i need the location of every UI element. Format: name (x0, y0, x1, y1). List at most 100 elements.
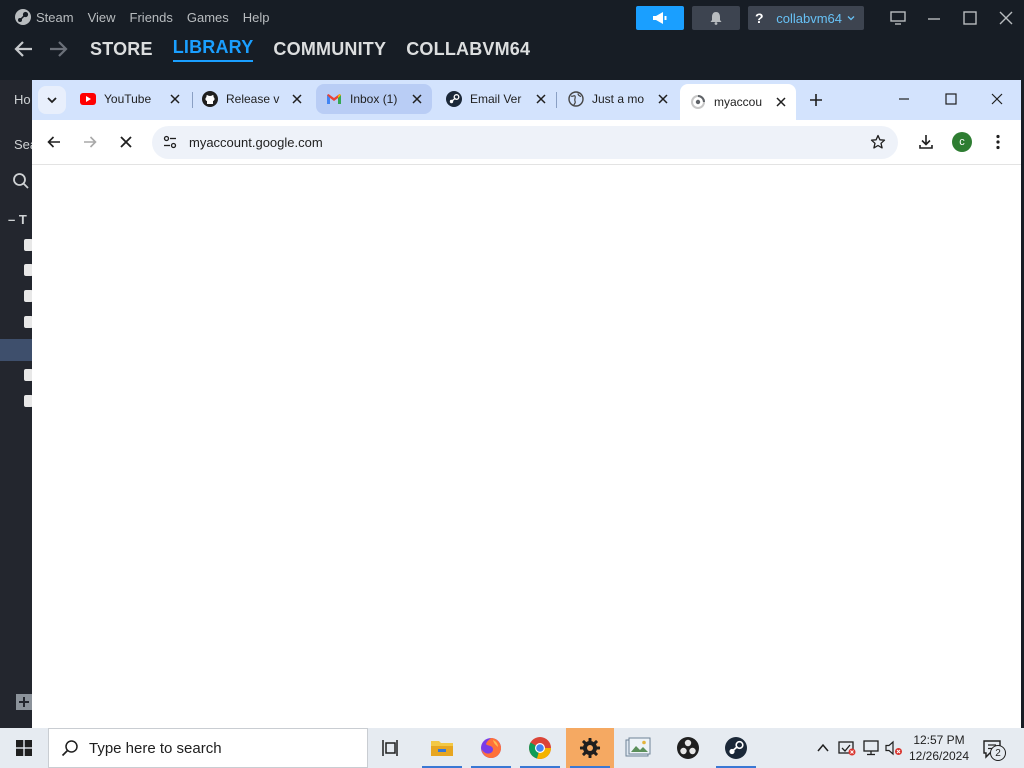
tab-github-release[interactable]: Release v (192, 84, 312, 114)
chrome-close-button[interactable] (975, 86, 1019, 112)
tab-close-button[interactable] (166, 90, 184, 108)
tab-youtube[interactable]: YouTube (70, 84, 190, 114)
tray-security-icon-button[interactable] (836, 728, 858, 768)
new-tab-button[interactable] (804, 88, 828, 112)
steam-nav-bar: STORE LIBRARY COMMUNITY COLLABVM64 (0, 34, 1024, 64)
bookmark-star-icon[interactable] (870, 134, 886, 150)
close-icon (292, 94, 302, 104)
back-button[interactable] (40, 128, 68, 156)
steam-tab-profile[interactable]: COLLABVM64 (406, 39, 530, 60)
taskbar-clock[interactable]: 12:57 PM 12/26/2024 (904, 732, 974, 764)
taskbar-image-viewer[interactable] (614, 728, 662, 768)
tab-title: Just a mo (592, 92, 645, 106)
steam-menu-steam[interactable]: Steam (36, 10, 74, 25)
address-bar[interactable]: myaccount.google.com (152, 126, 898, 159)
windows-taskbar: Type here to search 12:57 PM 12/26/2024 … (0, 728, 1024, 768)
tab-close-button[interactable] (772, 93, 790, 111)
taskbar-steam[interactable] (712, 728, 760, 768)
tab-myaccount-active[interactable]: myaccou (680, 84, 796, 120)
minimize-icon (928, 18, 940, 20)
downloads-button[interactable] (912, 128, 940, 156)
clock-date: 12/26/2024 (908, 749, 970, 763)
steam-close-button[interactable] (988, 6, 1024, 30)
steam-minimize-button[interactable] (916, 6, 952, 30)
site-settings-icon[interactable] (162, 134, 178, 150)
taskbar-search-box[interactable]: Type here to search (48, 728, 368, 768)
search-icon[interactable] (12, 172, 30, 190)
steam-menu-view[interactable]: View (88, 10, 116, 25)
steam-menu-friends[interactable]: Friends (130, 10, 173, 25)
task-view-button[interactable] (368, 728, 416, 768)
steam-notifications-button[interactable] (692, 6, 741, 30)
maximize-icon (945, 93, 957, 105)
obs-icon (677, 737, 699, 759)
show-hidden-icons-button[interactable] (812, 728, 834, 768)
steam-logo-icon (15, 9, 31, 25)
network-icon (863, 740, 879, 756)
volume-muted-icon (885, 740, 902, 756)
url-text[interactable]: myaccount.google.com (189, 135, 323, 150)
clock-time: 12:57 PM (913, 733, 965, 747)
tab-title: myaccou (714, 95, 763, 109)
tab-just-a-moment[interactable]: Just a mo (558, 84, 678, 114)
megaphone-icon (653, 12, 667, 24)
loading-spinner-icon (691, 95, 705, 109)
start-button[interactable] (0, 728, 48, 768)
steam-tab-community[interactable]: COMMUNITY (273, 39, 386, 60)
close-icon (170, 94, 180, 104)
tab-close-button[interactable] (532, 90, 550, 108)
taskbar-firefox[interactable] (467, 728, 515, 768)
steam-sidebar-section-label: T (18, 212, 27, 227)
maximize-icon (963, 11, 977, 25)
steam-menu-games[interactable]: Games (187, 10, 229, 25)
taskbar-file-explorer[interactable] (418, 728, 466, 768)
bell-icon (710, 12, 722, 25)
steam-bigpicture-button[interactable] (880, 6, 916, 30)
chrome-icon (529, 737, 551, 759)
tray-network-button[interactable] (860, 728, 882, 768)
chrome-maximize-button[interactable] (929, 86, 973, 112)
globe-icon (568, 91, 584, 107)
taskbar-obs[interactable] (664, 728, 712, 768)
chrome-minimize-button[interactable] (882, 86, 926, 112)
stop-x-icon (120, 136, 132, 148)
steam-menu-help[interactable]: Help (243, 10, 270, 25)
taskbar-chrome[interactable] (516, 728, 564, 768)
back-arrow-icon[interactable] (14, 40, 34, 58)
forward-arrow-icon (84, 136, 97, 148)
security-warning-icon (838, 741, 856, 756)
chrome-menu-button[interactable] (984, 128, 1012, 156)
tab-search-button[interactable] (38, 86, 66, 114)
search-icon (61, 740, 78, 757)
selected-game-row[interactable] (0, 339, 32, 361)
steam-help-button[interactable]: ? (748, 6, 771, 30)
steam-announcements-button[interactable] (636, 6, 685, 30)
forward-arrow-icon[interactable] (48, 40, 68, 58)
chrome-tabstrip: YouTube Release v Inbox (1) Email Ver Ju… (32, 80, 1021, 120)
tray-volume-button[interactable] (883, 728, 905, 768)
tab-email-verification[interactable]: Email Ver (436, 84, 556, 114)
forward-button[interactable] (76, 128, 104, 156)
steam-maximize-button[interactable] (952, 6, 988, 30)
tab-title: Email Ver (470, 92, 522, 106)
steam-menubar: Steam View Friends Games Help ? collabvm… (0, 0, 1024, 34)
steam-icon (446, 91, 462, 107)
taskbar-search-placeholder: Type here to search (89, 739, 222, 757)
steam-user-menu[interactable]: collabvm64 (770, 6, 864, 30)
stop-loading-button[interactable] (112, 128, 140, 156)
profile-avatar[interactable]: c (952, 132, 972, 152)
tab-gmail-inbox[interactable]: Inbox (1) (316, 84, 432, 114)
tab-close-button[interactable] (654, 90, 672, 108)
page-content-blank (32, 166, 1021, 728)
steam-tab-store[interactable]: STORE (90, 39, 153, 60)
steam-sidebar-section: – T (8, 212, 27, 227)
taskbar-settings-active[interactable] (566, 728, 614, 768)
notification-count-badge: 2 (990, 745, 1006, 761)
kebab-menu-icon (996, 134, 1000, 150)
tab-close-button[interactable] (408, 90, 426, 108)
steam-tab-library[interactable]: LIBRARY (172, 37, 254, 62)
steam-sidebar-home[interactable]: Ho (14, 92, 31, 107)
add-game-icon[interactable] (16, 694, 32, 710)
close-icon (776, 97, 786, 107)
tab-close-button[interactable] (288, 90, 306, 108)
